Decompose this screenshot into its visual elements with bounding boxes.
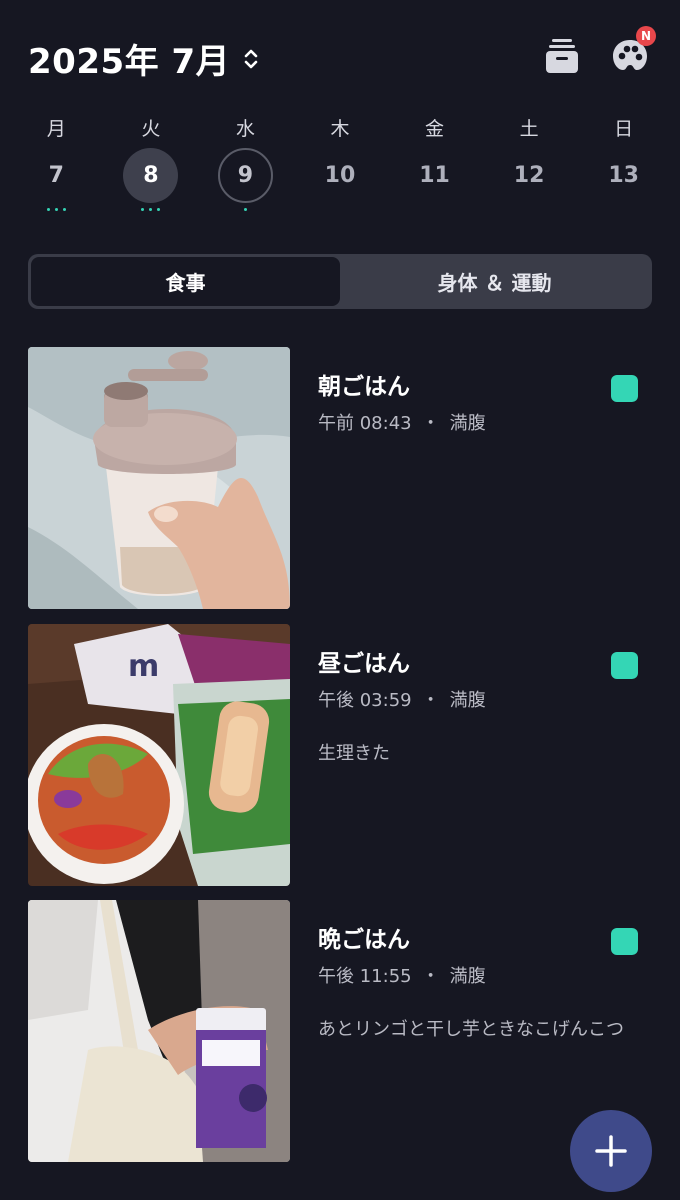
meal-title: 晩ごはん [318, 927, 410, 953]
weekday-label: 土 [519, 118, 539, 140]
day-fri[interactable]: 金 11 [387, 110, 482, 220]
new-badge: N [636, 26, 656, 46]
date-number: 10 [324, 163, 356, 188]
date-circle: 13 [596, 148, 651, 203]
day-tue[interactable]: 火 8 [104, 110, 199, 220]
day-thu[interactable]: 木 10 [293, 110, 388, 220]
protein-shake-photo [28, 347, 290, 609]
color-tag [611, 652, 638, 679]
weekday-label: 月 [46, 118, 66, 140]
date-circle: 10 [312, 148, 367, 203]
meal-entry-dinner[interactable]: 晩ごはん 午後 11:55 ・満腹 あとリンゴと干し芋ときなこげんこつ [28, 900, 652, 1162]
date-number: 7 [48, 163, 64, 188]
fullness-label: 満腹 [449, 413, 486, 434]
weekday-label: 水 [235, 118, 255, 140]
up-down-chevron-icon [244, 49, 258, 68]
date-circle: 7 [29, 148, 84, 203]
salad-chicken-photo: m [28, 624, 290, 886]
meal-title: 昼ごはん [318, 651, 410, 677]
week-strip: 月 7 火 8 水 9 木 10 金 11 土 12 日 13 [9, 110, 671, 220]
date-number: 8 [143, 163, 159, 188]
meta-separator: ・ [421, 966, 440, 987]
date-circle: 11 [407, 148, 462, 203]
entry-dots [198, 208, 293, 211]
weekday-label: 木 [330, 118, 350, 140]
date-circle-today: 9 [217, 148, 273, 203]
date-circle-selected: 8 [123, 148, 179, 203]
date-circle: 12 [502, 148, 557, 203]
meal-title: 朝ごはん [318, 374, 410, 400]
day-mon[interactable]: 月 7 [9, 110, 104, 220]
date-number: 12 [513, 163, 545, 188]
archive-box-icon [546, 39, 578, 73]
meal-time: 午後 11:55 [318, 966, 412, 987]
yogurt-drink-photo [28, 900, 290, 1162]
weekday-label: 火 [141, 118, 161, 140]
meal-entry-lunch[interactable]: m 昼ごはん 午後 03:59 ・満腹 生理きた [28, 624, 652, 886]
fullness-label: 満腹 [449, 966, 486, 987]
meal-time: 午前 08:43 [318, 413, 412, 434]
day-sun[interactable]: 日 13 [576, 110, 671, 220]
month-selector[interactable]: 2025年 7月 [28, 34, 258, 83]
meal-note: あとリンゴと干し芋ときなこげんこつ [318, 1019, 624, 1040]
month-title: 2025年 7月 [28, 42, 231, 82]
archive-button[interactable] [542, 36, 582, 76]
plus-icon [595, 1135, 627, 1167]
color-tag [611, 928, 638, 955]
day-wed[interactable]: 水 9 [198, 110, 293, 220]
fullness-label: 満腹 [449, 690, 486, 711]
date-number: 13 [608, 163, 639, 188]
weekday-label: 金 [425, 118, 445, 140]
category-tabs: 食事 身体 ＆ 運動 [28, 254, 652, 309]
svg-text:m: m [128, 649, 159, 684]
header: 2025年 7月 N [0, 0, 680, 110]
meal-meta: 午後 03:59 ・満腹 [318, 686, 486, 712]
tab-body-exercise[interactable]: 身体 ＆ 運動 [340, 257, 649, 306]
meal-meta: 午前 08:43 ・満腹 [318, 409, 486, 435]
entry-dots [9, 208, 104, 211]
meal-meta: 午後 11:55 ・満腹 [318, 962, 486, 988]
meta-separator: ・ [421, 413, 440, 434]
date-number: 9 [237, 163, 254, 188]
add-entry-button[interactable] [570, 1110, 652, 1192]
meal-note: 生理きた [318, 743, 390, 764]
meal-entry-breakfast[interactable]: 朝ごはん 午前 08:43 ・満腹 [28, 347, 652, 609]
meta-separator: ・ [421, 690, 440, 711]
weekday-label: 日 [614, 118, 634, 140]
meal-time: 午後 03:59 [318, 690, 412, 711]
entry-dots [104, 208, 199, 211]
date-number: 11 [419, 163, 450, 188]
tab-meals[interactable]: 食事 [31, 257, 340, 306]
day-sat[interactable]: 土 12 [482, 110, 577, 220]
color-tag [611, 375, 638, 402]
